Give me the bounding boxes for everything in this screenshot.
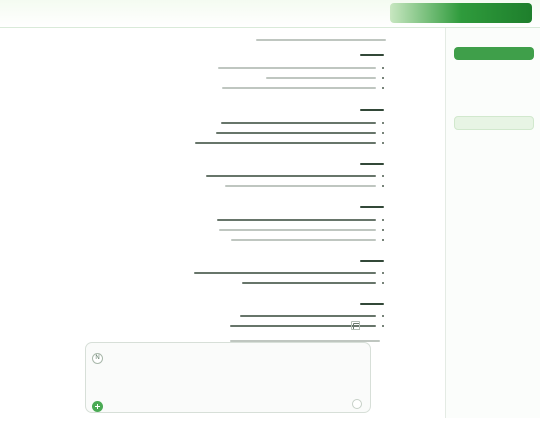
copy-icon[interactable] [351,321,360,330]
text-line [222,87,376,89]
text-line [231,239,376,241]
bullet-icon [382,87,384,89]
sidebar [445,28,540,418]
bullet-icon [382,325,384,327]
text-line [195,142,376,144]
text-line [240,315,376,317]
sidebar-section-heading [452,73,534,82]
bullet-icon [382,67,384,69]
text-line [225,185,376,187]
send-button[interactable] [92,401,103,412]
sidebar-item[interactable] [456,170,532,178]
text-line [266,77,376,79]
sidebar-section-heading [452,140,534,149]
section-heading [360,206,384,208]
new-chat-button[interactable] [454,47,534,60]
bullet-icon [382,132,384,134]
message-input[interactable] [222,347,362,356]
sidebar-title [452,34,532,43]
text-line [217,219,376,221]
brand-logo [390,3,532,23]
top-banner [0,0,540,28]
sidebar-item[interactable] [456,198,532,206]
intro-line [256,39,386,41]
section-heading [360,260,384,262]
paperclip-icon[interactable] [352,399,362,409]
section-heading [360,54,384,56]
sidebar-item[interactable] [456,184,532,192]
bullet-icon [382,122,384,124]
sidebar-item[interactable] [456,156,532,164]
section-heading [360,109,384,111]
bullet-icon [382,272,384,274]
bullet-icon [382,315,384,317]
bullet-icon [382,239,384,241]
chat-area: N [0,28,445,418]
section-heading [360,163,384,165]
new-chat-label [466,48,526,59]
text-line [206,175,376,177]
section-heading [360,303,384,305]
bullet-icon [382,229,384,231]
footer-disclaimer [197,426,251,434]
bullet-icon [382,142,384,144]
sidebar-item-active[interactable] [454,116,534,130]
text-line [219,229,376,231]
text-line [242,282,376,284]
text-line [218,67,376,69]
bullet-icon [382,185,384,187]
bullet-icon [382,282,384,284]
mode-toggle-icon[interactable]: N [92,353,103,364]
bullet-icon [382,77,384,79]
chat-input-card[interactable]: N [85,342,371,413]
bullet-icon [382,175,384,177]
bullet-icon [382,219,384,221]
text-line [216,132,376,134]
text-line [221,122,376,124]
banner-description [6,8,388,19]
sidebar-item-label [459,120,529,128]
text-line [194,272,376,274]
assistant-response [16,38,392,352]
